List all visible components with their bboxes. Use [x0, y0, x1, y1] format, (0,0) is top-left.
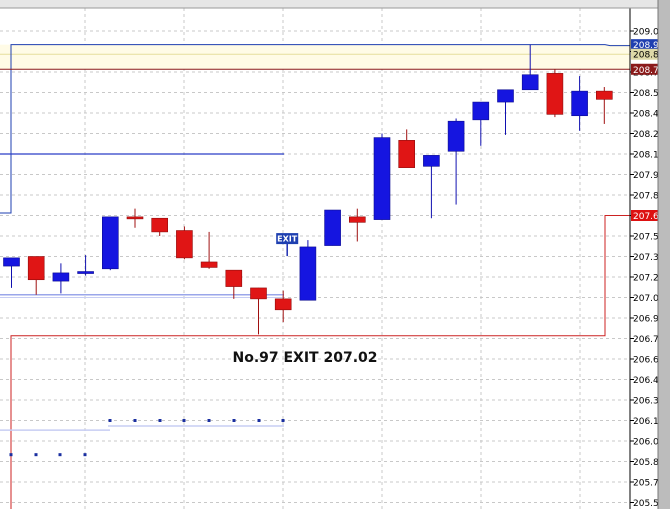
candle-body [447, 120, 465, 152]
dot-marker [281, 419, 285, 422]
candle [176, 226, 193, 260]
trade-annotation: No.97 EXIT 207.02 [232, 350, 377, 366]
candle [299, 240, 317, 301]
candle-body [52, 272, 70, 282]
candle-body [3, 257, 20, 267]
candle-body [348, 216, 366, 223]
candle-body [200, 261, 218, 268]
dot-marker [207, 419, 211, 422]
candle-body [595, 90, 613, 100]
candle [546, 69, 564, 118]
candle-body [423, 155, 440, 167]
candle-body [151, 217, 168, 233]
candle-body [27, 256, 45, 281]
candle-body [250, 287, 267, 300]
chart-root: EXIT 209.00208.85208.70208.55208.40208.2… [0, 0, 670, 509]
dot-marker [34, 453, 38, 457]
dot-marker [232, 419, 236, 422]
price-tag-label: 208.7 [633, 66, 659, 76]
right-frame [658, 0, 670, 509]
candle [373, 133, 391, 220]
candle [324, 209, 341, 246]
chart-background [0, 0, 670, 509]
candle-body [274, 298, 292, 311]
dot-marker [83, 453, 87, 457]
candle-body [299, 246, 317, 301]
dot-marker [182, 419, 186, 422]
candle-body [472, 101, 490, 121]
price-tag-label: 208.8 [633, 51, 659, 61]
candle-body [497, 89, 514, 103]
candle-body [571, 90, 588, 117]
dot-marker [133, 419, 137, 422]
candle-body [324, 209, 341, 246]
candle-body [546, 73, 564, 115]
candle-body [373, 137, 391, 220]
price-tag-label: 207.6 [633, 212, 659, 222]
dot-marker [9, 453, 13, 457]
price-band [0, 44, 630, 70]
candle-body [225, 269, 243, 287]
candle-body [521, 74, 539, 91]
candle-body [126, 216, 144, 220]
candle-body [77, 271, 94, 274]
dot-marker [108, 419, 112, 422]
candle-body [398, 140, 416, 168]
exit-marker-label: EXIT [277, 235, 298, 244]
top-frame [0, 0, 670, 8]
candle-body [176, 230, 193, 259]
candle [102, 216, 119, 271]
dot-marker [158, 419, 162, 422]
candle-body [102, 216, 119, 270]
dot-marker [58, 453, 62, 457]
dot-marker [257, 419, 261, 422]
